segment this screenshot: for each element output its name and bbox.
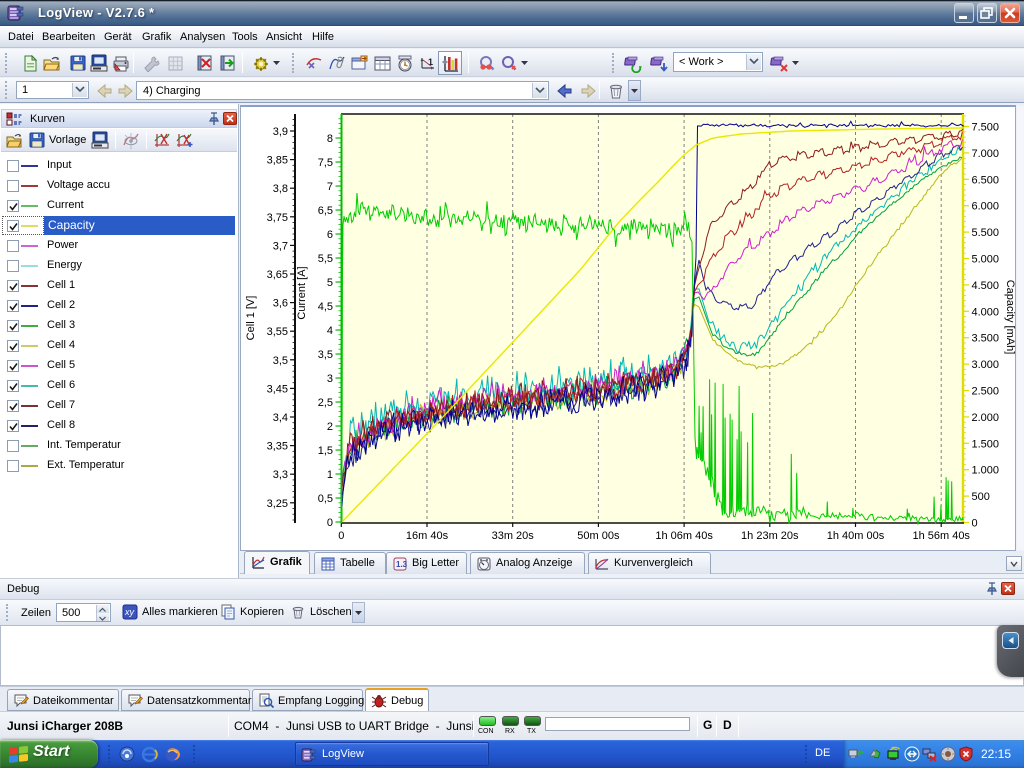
svg-text:4.000: 4.000 <box>972 306 1000 318</box>
svg-text:3,75: 3,75 <box>267 212 288 224</box>
svg-text:Capacity [mAh]: Capacity [mAh] <box>1004 280 1016 355</box>
svg-text:5.000: 5.000 <box>972 254 1000 266</box>
svg-text:33m 20s: 33m 20s <box>492 530 535 542</box>
svg-text:0: 0 <box>972 518 978 530</box>
svg-text:3,25: 3,25 <box>267 498 288 510</box>
svg-text:1h 56m 40s: 1h 56m 40s <box>912 530 970 542</box>
svg-text:5,5: 5,5 <box>318 253 333 265</box>
svg-text:50m 00s: 50m 00s <box>577 530 620 542</box>
svg-text:3,7: 3,7 <box>273 240 288 252</box>
svg-text:16m 40s: 16m 40s <box>406 530 449 542</box>
svg-text:3,5: 3,5 <box>318 349 333 361</box>
svg-text:3.500: 3.500 <box>972 333 1000 345</box>
svg-text:5.500: 5.500 <box>972 227 1000 239</box>
svg-text:2.000: 2.000 <box>972 412 1000 424</box>
svg-text:3,6: 3,6 <box>273 298 288 310</box>
svg-text:3,3: 3,3 <box>273 469 288 481</box>
svg-text:7.000: 7.000 <box>972 148 1000 160</box>
svg-text:3,8: 3,8 <box>273 183 288 195</box>
svg-text:7.500: 7.500 <box>972 122 1000 134</box>
svg-text:6.500: 6.500 <box>972 174 1000 186</box>
svg-text:2.500: 2.500 <box>972 386 1000 398</box>
svg-text:0,5: 0,5 <box>318 493 333 505</box>
svg-text:3,4: 3,4 <box>273 412 288 424</box>
svg-text:Current [A]: Current [A] <box>296 266 308 319</box>
svg-text:1h 40m 00s: 1h 40m 00s <box>827 530 885 542</box>
svg-text:1.500: 1.500 <box>972 438 1000 450</box>
svg-text:2,5: 2,5 <box>318 397 333 409</box>
svg-text:3,45: 3,45 <box>267 383 288 395</box>
svg-text:4: 4 <box>327 325 333 337</box>
svg-text:1.3: 1.3 <box>396 560 408 569</box>
svg-text:1h 23m 20s: 1h 23m 20s <box>741 530 799 542</box>
svg-text:0: 0 <box>338 530 344 542</box>
svg-text:4,5: 4,5 <box>318 301 333 313</box>
svg-text:1: 1 <box>327 469 333 481</box>
svg-text:xy: xy <box>124 607 135 617</box>
svg-text:4.500: 4.500 <box>972 280 1000 292</box>
svg-text:6,5: 6,5 <box>318 205 333 217</box>
svg-text:Cell 1 [V]: Cell 1 [V] <box>245 296 257 341</box>
svg-text:7: 7 <box>327 181 333 193</box>
svg-text:3: 3 <box>327 373 333 385</box>
svg-text:7,5: 7,5 <box>318 157 333 169</box>
svg-text:1.000: 1.000 <box>972 465 1000 477</box>
svg-text:3,35: 3,35 <box>267 441 288 453</box>
svg-text:6.000: 6.000 <box>972 201 1000 213</box>
svg-text:3,55: 3,55 <box>267 326 288 338</box>
svg-text:8: 8 <box>327 133 333 145</box>
svg-text:3,9: 3,9 <box>273 126 288 138</box>
svg-text:3,85: 3,85 <box>267 155 288 167</box>
svg-text:500: 500 <box>972 491 990 503</box>
svg-text:1h 06m 40s: 1h 06m 40s <box>655 530 713 542</box>
svg-text:6: 6 <box>327 229 333 241</box>
svg-text:3.000: 3.000 <box>972 359 1000 371</box>
svg-text:3,65: 3,65 <box>267 269 288 281</box>
svg-text:0: 0 <box>327 517 333 529</box>
svg-text:1,5: 1,5 <box>318 445 333 457</box>
svg-text:2: 2 <box>327 421 333 433</box>
svg-text:5: 5 <box>327 277 333 289</box>
svg-text:3,5: 3,5 <box>273 355 288 367</box>
